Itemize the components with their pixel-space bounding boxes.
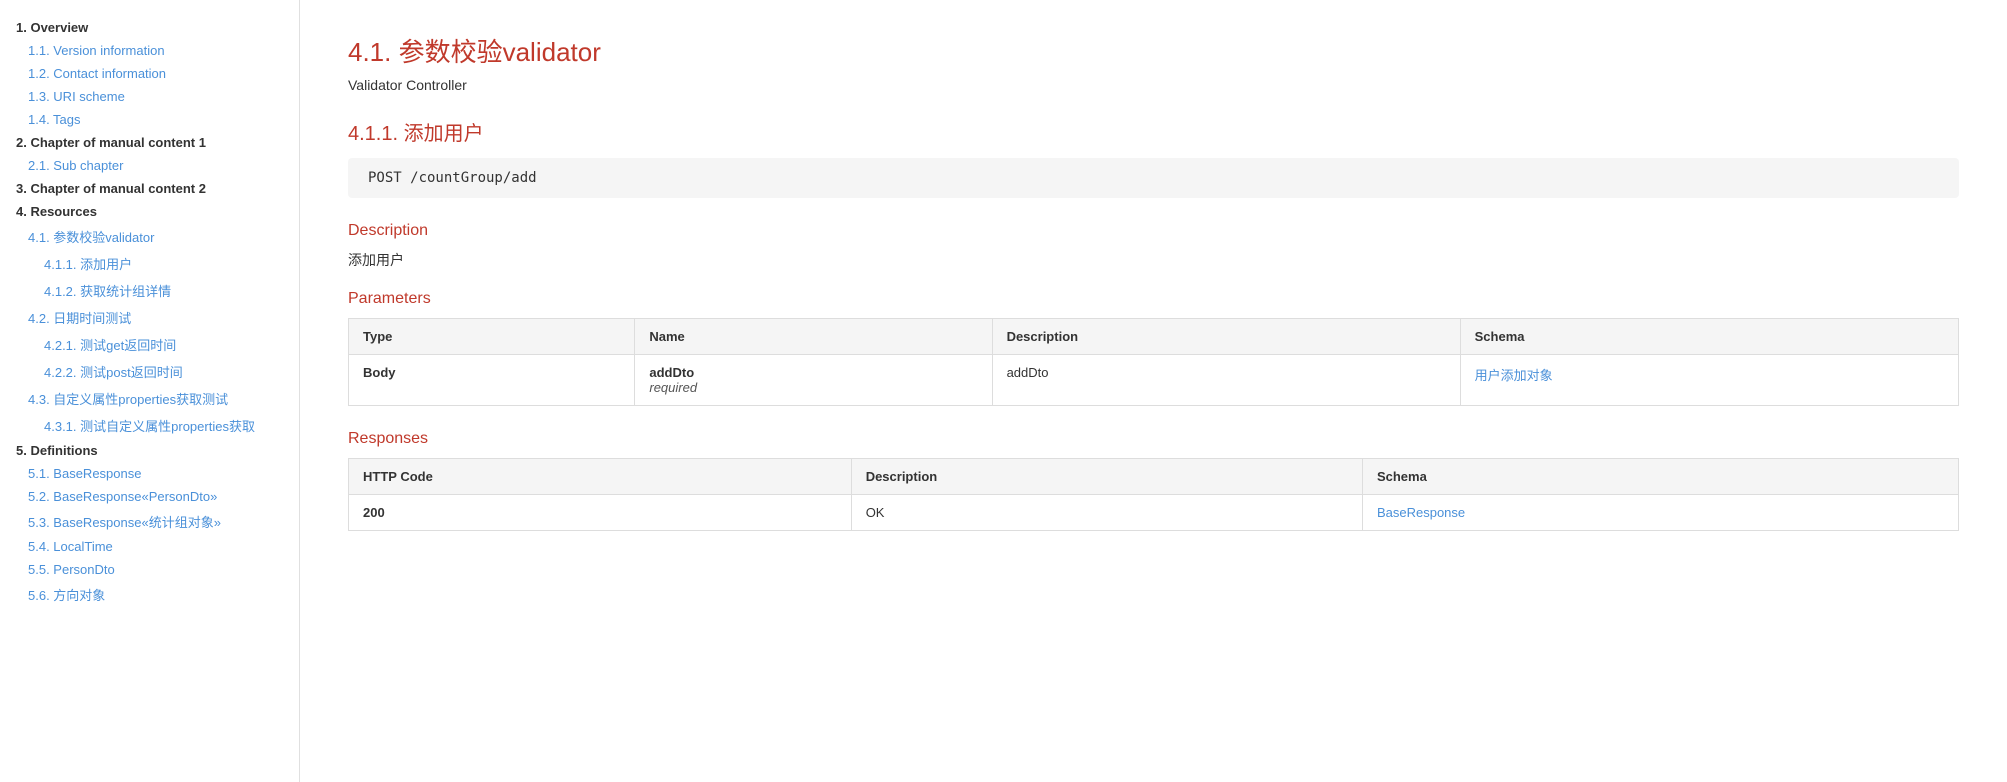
sidebar-item-item-4-2[interactable]: 4.2. 日期时间测试: [0, 304, 299, 331]
description-text: 添加用户: [348, 250, 1959, 270]
responses-table: HTTP Code Description Schema 200 OK Base…: [348, 458, 1959, 531]
sidebar-item-item-5-2[interactable]: 5.2. BaseResponse«PersonDto»: [0, 485, 299, 508]
table-row: Body addDto required addDto 用户添加对象: [349, 355, 1959, 406]
resp-code: 200: [349, 495, 852, 531]
sidebar-item-item-4-3-1[interactable]: 4.3.1. 测试自定义属性properties获取: [0, 412, 299, 439]
sidebar-item-item-4-1-1[interactable]: 4.1.1. 添加用户: [0, 250, 299, 277]
sidebar-item-item-3[interactable]: 3. Chapter of manual content 2: [0, 177, 299, 200]
responses-label: Responses: [348, 430, 1959, 448]
parameters-table: Type Name Description Schema Body addDto…: [348, 318, 1959, 406]
resp-schema-link[interactable]: BaseResponse: [1377, 505, 1465, 520]
param-name: addDto required: [635, 355, 992, 406]
schema-link[interactable]: 用户添加对象: [1475, 368, 1553, 383]
subtitle: Validator Controller: [348, 77, 1959, 93]
sidebar: 1. Overview1.1. Version information1.2. …: [0, 0, 300, 782]
sidebar-item-item-1-4[interactable]: 1.4. Tags: [0, 108, 299, 131]
param-col-type: Type: [349, 319, 635, 355]
subsection-title: 4.1.1. 添加用户: [348, 117, 1959, 146]
sidebar-item-item-4-2-1[interactable]: 4.2.1. 测试get返回时间: [0, 331, 299, 358]
sidebar-item-item-4-1[interactable]: 4.1. 参数校验validator: [0, 223, 299, 250]
param-col-name: Name: [635, 319, 992, 355]
resp-col-description: Description: [851, 459, 1362, 495]
sidebar-item-item-5-4[interactable]: 5.4. LocalTime: [0, 535, 299, 558]
param-schema[interactable]: 用户添加对象: [1460, 355, 1958, 406]
sidebar-item-item-5-3[interactable]: 5.3. BaseResponse«统计组对象»: [0, 508, 299, 535]
table-row: 200 OK BaseResponse: [349, 495, 1959, 531]
sidebar-item-item-5[interactable]: 5. Definitions: [0, 439, 299, 462]
main-section-title: 4.1. 参数校验validator: [348, 32, 1959, 69]
sidebar-item-item-5-5[interactable]: 5.5. PersonDto: [0, 558, 299, 581]
param-col-description: Description: [992, 319, 1460, 355]
code-block: POST /countGroup/add: [348, 158, 1959, 198]
sidebar-item-item-1[interactable]: 1. Overview: [0, 16, 299, 39]
sidebar-item-item-4[interactable]: 4. Resources: [0, 200, 299, 223]
sidebar-item-item-4-2-2[interactable]: 4.2.2. 测试post返回时间: [0, 358, 299, 385]
sidebar-item-item-1-3[interactable]: 1.3. URI scheme: [0, 85, 299, 108]
sidebar-item-item-4-1-2[interactable]: 4.1.2. 获取统计组详情: [0, 277, 299, 304]
sidebar-item-item-1-1[interactable]: 1.1. Version information: [0, 39, 299, 62]
resp-col-schema: Schema: [1362, 459, 1958, 495]
param-col-schema: Schema: [1460, 319, 1958, 355]
parameters-label: Parameters: [348, 290, 1959, 308]
sidebar-item-item-4-3[interactable]: 4.3. 自定义属性properties获取测试: [0, 385, 299, 412]
main-content: 4.1. 参数校验validator Validator Controller …: [300, 0, 2007, 782]
sidebar-item-item-5-6[interactable]: 5.6. 方向对象: [0, 581, 299, 608]
sidebar-item-item-2-1[interactable]: 2.1. Sub chapter: [0, 154, 299, 177]
resp-col-code: HTTP Code: [349, 459, 852, 495]
sidebar-item-item-1-2[interactable]: 1.2. Contact information: [0, 62, 299, 85]
param-required: required: [649, 380, 977, 395]
resp-description: OK: [851, 495, 1362, 531]
description-label: Description: [348, 222, 1959, 240]
param-description: addDto: [992, 355, 1460, 406]
sidebar-item-item-5-1[interactable]: 5.1. BaseResponse: [0, 462, 299, 485]
param-type: Body: [349, 355, 635, 406]
sidebar-item-item-2[interactable]: 2. Chapter of manual content 1: [0, 131, 299, 154]
resp-schema[interactable]: BaseResponse: [1362, 495, 1958, 531]
